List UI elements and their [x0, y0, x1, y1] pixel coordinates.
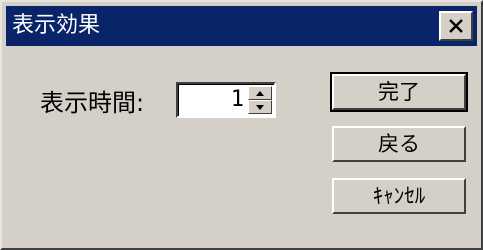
- display-time-input[interactable]: 1: [178, 87, 244, 113]
- close-icon: [449, 19, 463, 33]
- ok-button[interactable]: 完了: [330, 72, 468, 112]
- window-title: 表示効果: [12, 13, 101, 38]
- display-time-spinbox[interactable]: 1: [176, 82, 276, 118]
- title-bar[interactable]: 表示効果: [6, 6, 477, 46]
- display-time-label: 表示時間:: [40, 89, 145, 117]
- spin-down-button[interactable]: [248, 100, 272, 114]
- cancel-button[interactable]: ｷｬﾝｾﾙ: [332, 178, 466, 214]
- arrow-up-icon: [256, 91, 264, 96]
- arrow-down-icon: [256, 105, 264, 110]
- close-button[interactable]: [439, 11, 473, 41]
- back-button[interactable]: 戻る: [332, 126, 466, 162]
- display-effect-dialog: 表示効果 表示時間: 1 完了 戻る ｷｬﾝｾﾙ: [0, 0, 483, 250]
- spin-up-button[interactable]: [248, 86, 272, 100]
